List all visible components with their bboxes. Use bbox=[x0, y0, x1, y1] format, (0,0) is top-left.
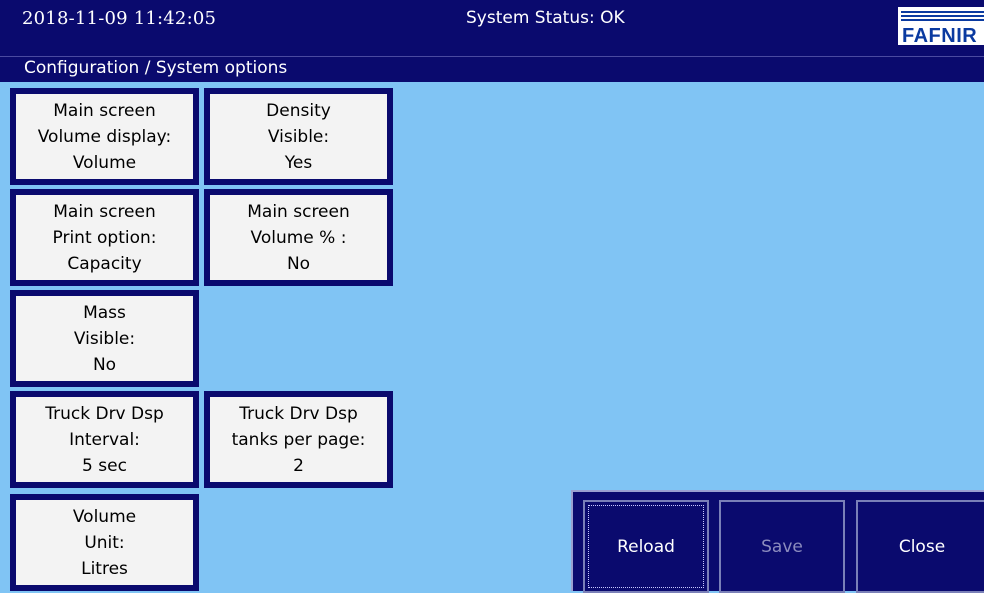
close-button[interactable]: Close bbox=[856, 500, 984, 593]
option-label-line2: Volume display: bbox=[37, 126, 172, 147]
option-label-line1: Mass bbox=[83, 302, 126, 323]
option-label-line1: Density bbox=[266, 100, 331, 121]
reload-button[interactable]: Reload bbox=[583, 500, 709, 593]
page-title-bar: Configuration / System options bbox=[0, 56, 984, 82]
option-mass-visible[interactable]: Mass Visible: No bbox=[10, 290, 199, 387]
option-label-line2: tanks per page: bbox=[231, 429, 366, 450]
option-label-line2: Print option: bbox=[52, 227, 157, 248]
option-volume-unit[interactable]: Volume Unit: Litres bbox=[10, 494, 199, 591]
option-label-line2: Visible: bbox=[267, 126, 330, 147]
datetime-display: 2018-11-09 11:42:05 bbox=[22, 8, 217, 29]
option-value: Volume bbox=[72, 152, 137, 173]
save-button[interactable]: Save bbox=[719, 500, 845, 593]
fafnir-logo: FAFNIR bbox=[898, 7, 984, 45]
option-density-visible[interactable]: Density Visible: Yes bbox=[204, 88, 393, 185]
logo-text: FAFNIR bbox=[902, 25, 978, 45]
option-value: No bbox=[92, 354, 117, 375]
option-label-line1: Volume bbox=[72, 506, 137, 527]
option-label-line2: Unit: bbox=[84, 532, 125, 553]
logo-stripes bbox=[901, 11, 984, 23]
option-print[interactable]: Main screen Print option: Capacity bbox=[10, 189, 199, 286]
top-status-bar: 2018-11-09 11:42:05 System Status: OK FA… bbox=[0, 0, 984, 56]
option-value: No bbox=[286, 253, 311, 274]
option-volume-percent[interactable]: Main screen Volume % : No bbox=[204, 189, 393, 286]
option-truck-interval[interactable]: Truck Drv Dsp Interval: 5 sec bbox=[10, 391, 199, 488]
option-value: Litres bbox=[81, 558, 128, 579]
option-label-line1: Truck Drv Dsp bbox=[45, 403, 164, 424]
option-volume-display[interactable]: Main screen Volume display: Volume bbox=[10, 88, 199, 185]
option-label-line2: Volume % : bbox=[250, 227, 347, 248]
option-truck-tanks-per-page[interactable]: Truck Drv Dsp tanks per page: 2 bbox=[204, 391, 393, 488]
option-label-line1: Main screen bbox=[53, 100, 156, 121]
page-title: Configuration / System options bbox=[24, 58, 288, 78]
option-value: 5 sec bbox=[82, 455, 127, 476]
option-value: Capacity bbox=[67, 253, 142, 274]
option-label-line2: Visible: bbox=[73, 328, 136, 349]
option-label-line1: Main screen bbox=[247, 201, 350, 222]
system-status: System Status: OK bbox=[466, 8, 625, 28]
option-label-line2: Interval: bbox=[69, 429, 140, 450]
option-label-line1: Main screen bbox=[53, 201, 156, 222]
action-button-bar: Reload Save Close bbox=[571, 490, 984, 593]
option-label-line1: Truck Drv Dsp bbox=[239, 403, 358, 424]
option-value: Yes bbox=[284, 152, 313, 173]
option-value: 2 bbox=[293, 455, 304, 476]
